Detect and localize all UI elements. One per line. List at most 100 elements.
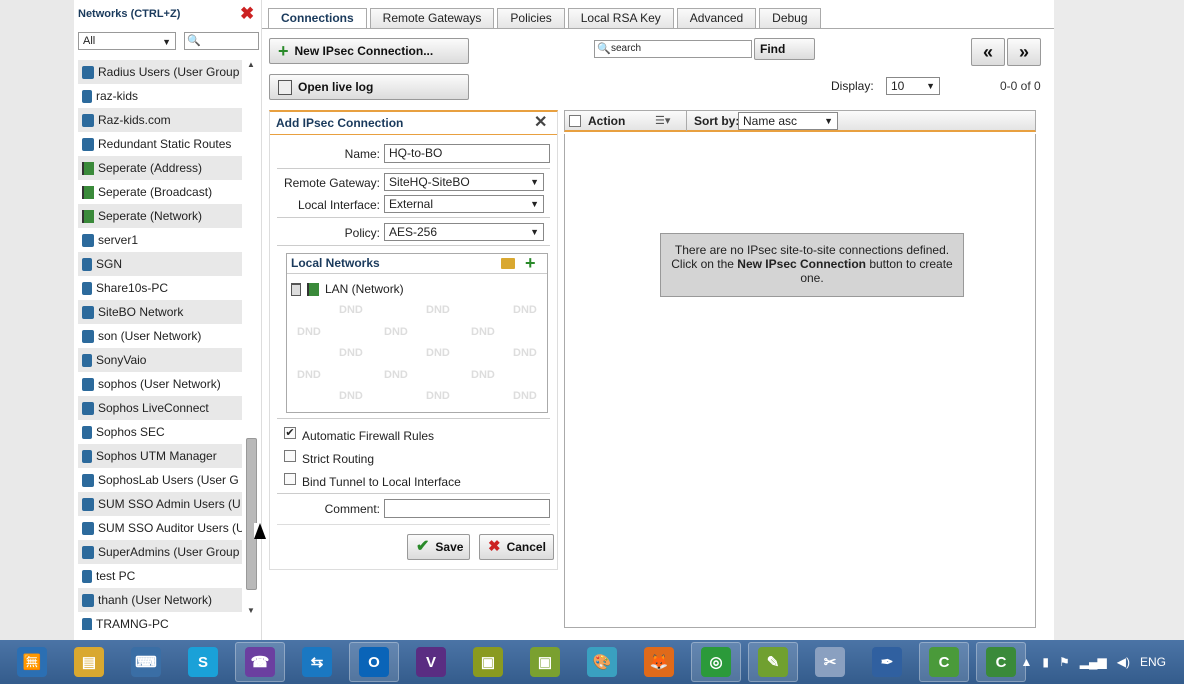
host-icon xyxy=(82,569,92,583)
taskbar-button[interactable]: O xyxy=(349,642,399,682)
taskbar-button[interactable]: ▣ xyxy=(520,642,570,682)
list-item-label: sophos (User Network) xyxy=(98,377,221,391)
list-item[interactable]: Seperate (Network) xyxy=(78,204,242,228)
taskbar-button[interactable]: ◎ xyxy=(691,642,741,682)
comment-field[interactable] xyxy=(384,499,550,518)
taskbar-button[interactable]: ✒ xyxy=(862,642,912,682)
scroll-up-icon[interactable]: ▲ xyxy=(247,60,255,69)
taskbar-button[interactable]: ☎ xyxy=(235,642,285,682)
sidebar-search-input[interactable]: 🔍 xyxy=(184,32,259,50)
list-item-label: Raz-kids.com xyxy=(98,113,171,127)
sidebar-filter-select[interactable]: All ▼ xyxy=(78,32,176,50)
display-count-select[interactable]: 10 ▼ xyxy=(886,77,940,95)
local-networks-box[interactable]: Local Networks + LAN (Network) DND DND D… xyxy=(286,253,548,413)
list-item[interactable]: Redundant Static Routes xyxy=(78,132,242,156)
list-item[interactable]: Seperate (Address) xyxy=(78,156,242,180)
list-item[interactable]: TRAMNG-PC xyxy=(78,612,242,630)
list-item[interactable]: SGN xyxy=(78,252,242,276)
tab-local-rsa-key[interactable]: Local RSA Key xyxy=(567,8,674,28)
open-live-log-button[interactable]: Open live log xyxy=(269,74,469,100)
signal-icon[interactable]: ▂▄▆ xyxy=(1080,655,1107,669)
save-button[interactable]: ✔ Save xyxy=(407,534,470,560)
select-all-checkbox[interactable] xyxy=(569,115,581,127)
sidebar-close-icon[interactable]: ✖ xyxy=(240,4,254,24)
list-item[interactable]: Share10s-PC xyxy=(78,276,242,300)
list-item[interactable]: SuperAdmins (User Group xyxy=(78,540,242,564)
tab-remote-gateways[interactable]: Remote Gateways xyxy=(369,8,495,28)
tab-policies[interactable]: Policies xyxy=(497,8,565,28)
strict-routing-checkbox[interactable] xyxy=(284,450,296,462)
flag-icon[interactable]: ⚑ xyxy=(1059,655,1070,669)
taskbar-button[interactable]: ⌨ xyxy=(121,642,171,682)
folder-icon[interactable] xyxy=(501,258,515,269)
sort-by-select[interactable]: Name asc ▼ xyxy=(738,112,838,130)
taskbar-button[interactable]: C xyxy=(919,642,969,682)
list-item[interactable]: SophosLab Users (User G xyxy=(78,468,242,492)
list-item[interactable]: SonyVaio xyxy=(78,348,242,372)
power-icon[interactable]: ▮ xyxy=(1042,655,1049,669)
tab-advanced[interactable]: Advanced xyxy=(676,8,757,28)
sidebar-network-list: Radius Users (User Group raz-kids Raz-kids… xyxy=(78,60,242,630)
volume-icon[interactable]: ◀) xyxy=(1117,655,1130,669)
show-hidden-icons[interactable]: ▲ xyxy=(1021,655,1033,669)
paint-icon: 🎨 xyxy=(587,647,617,677)
list-item[interactable]: Sophos LiveConnect xyxy=(78,396,242,420)
policy-select[interactable]: AES-256 ▼ xyxy=(384,223,544,241)
list-item[interactable]: Sophos SEC xyxy=(78,420,242,444)
tab-debug[interactable]: Debug xyxy=(759,8,821,28)
list-item[interactable]: raz-kids xyxy=(78,84,242,108)
automatic-firewall-rules-checkbox[interactable]: ✔ xyxy=(284,427,296,439)
list-item[interactable]: sophos (User Network) xyxy=(78,372,242,396)
list-item[interactable]: test PC xyxy=(78,564,242,588)
scroll-down-icon[interactable]: ▼ xyxy=(247,606,255,615)
chevron-down-icon: ▼ xyxy=(162,37,171,47)
previous-page-icon: « xyxy=(982,42,993,62)
new-ipsec-connection-button[interactable]: + New IPsec Connection... xyxy=(269,38,469,64)
list-item[interactable]: Raz-kids.com xyxy=(78,108,242,132)
scrollbar-thumb[interactable] xyxy=(246,438,257,590)
remote-gateway-select[interactable]: SiteHQ-SiteBO ▼ xyxy=(384,173,544,191)
taskbar-button[interactable]: ✂ xyxy=(805,642,855,682)
list-item[interactable]: Seperate (Broadcast) xyxy=(78,180,242,204)
list-item[interactable]: server1 xyxy=(78,228,242,252)
list-item[interactable]: son (User Network) xyxy=(78,324,242,348)
find-button[interactable]: Find xyxy=(754,38,815,60)
dialog-close-icon[interactable]: ✕ xyxy=(534,112,547,132)
list-item[interactable]: SiteBO Network xyxy=(78,300,242,324)
taskbar-button[interactable]: 🦊 xyxy=(634,642,684,682)
list-item[interactable]: thanh (User Network) xyxy=(78,588,242,612)
trash-icon[interactable] xyxy=(291,282,301,296)
list-item-label: SUM SSO Admin Users (U xyxy=(98,497,241,511)
taskbar-button[interactable]: S xyxy=(178,642,228,682)
list-item-label: Seperate (Broadcast) xyxy=(98,185,213,199)
cancel-button[interactable]: ✖ Cancel xyxy=(479,534,554,560)
search-input[interactable]: 🔍 search xyxy=(594,40,752,58)
bind-tunnel-checkbox[interactable] xyxy=(284,473,296,485)
vmware-icon: ▣ xyxy=(473,647,503,677)
name-field[interactable]: HQ-to-BO xyxy=(384,144,550,163)
local-interface-select[interactable]: External ▼ xyxy=(384,195,544,213)
tab-connections[interactable]: Connections xyxy=(268,8,367,28)
add-network-icon[interactable]: + xyxy=(525,253,536,274)
list-item[interactable]: SUM SSO Admin Users (U xyxy=(78,492,242,516)
taskbar-button[interactable]: ✎ xyxy=(748,642,798,682)
taskbar-button[interactable]: 🎨 xyxy=(577,642,627,682)
previous-page-button[interactable]: « xyxy=(971,38,1005,66)
action-menu-icon[interactable]: ☰▾ xyxy=(655,114,670,127)
taskbar-button[interactable]: ▣ xyxy=(463,642,513,682)
list-item[interactable]: Radius Users (User Group xyxy=(78,60,242,84)
teamviewer-icon: ⇆ xyxy=(302,647,332,677)
list-item[interactable]: SUM SSO Auditor Users (U xyxy=(78,516,242,540)
next-page-button[interactable]: » xyxy=(1007,38,1041,66)
list-item[interactable]: Sophos UTM Manager xyxy=(78,444,242,468)
language-indicator[interactable]: ENG xyxy=(1140,655,1166,669)
taskbar-button[interactable]: V xyxy=(406,642,456,682)
local-network-item[interactable]: LAN (Network) xyxy=(291,280,404,298)
tab-divider xyxy=(262,28,1054,29)
left-gutter xyxy=(0,0,74,640)
taskbar-button[interactable]: 🈚 xyxy=(7,642,57,682)
chrome-icon: ◎ xyxy=(701,647,731,677)
taskbar-button[interactable]: ⇆ xyxy=(292,642,342,682)
vmware-workstation-icon: ▣ xyxy=(530,647,560,677)
taskbar-button[interactable]: ▤ xyxy=(64,642,114,682)
